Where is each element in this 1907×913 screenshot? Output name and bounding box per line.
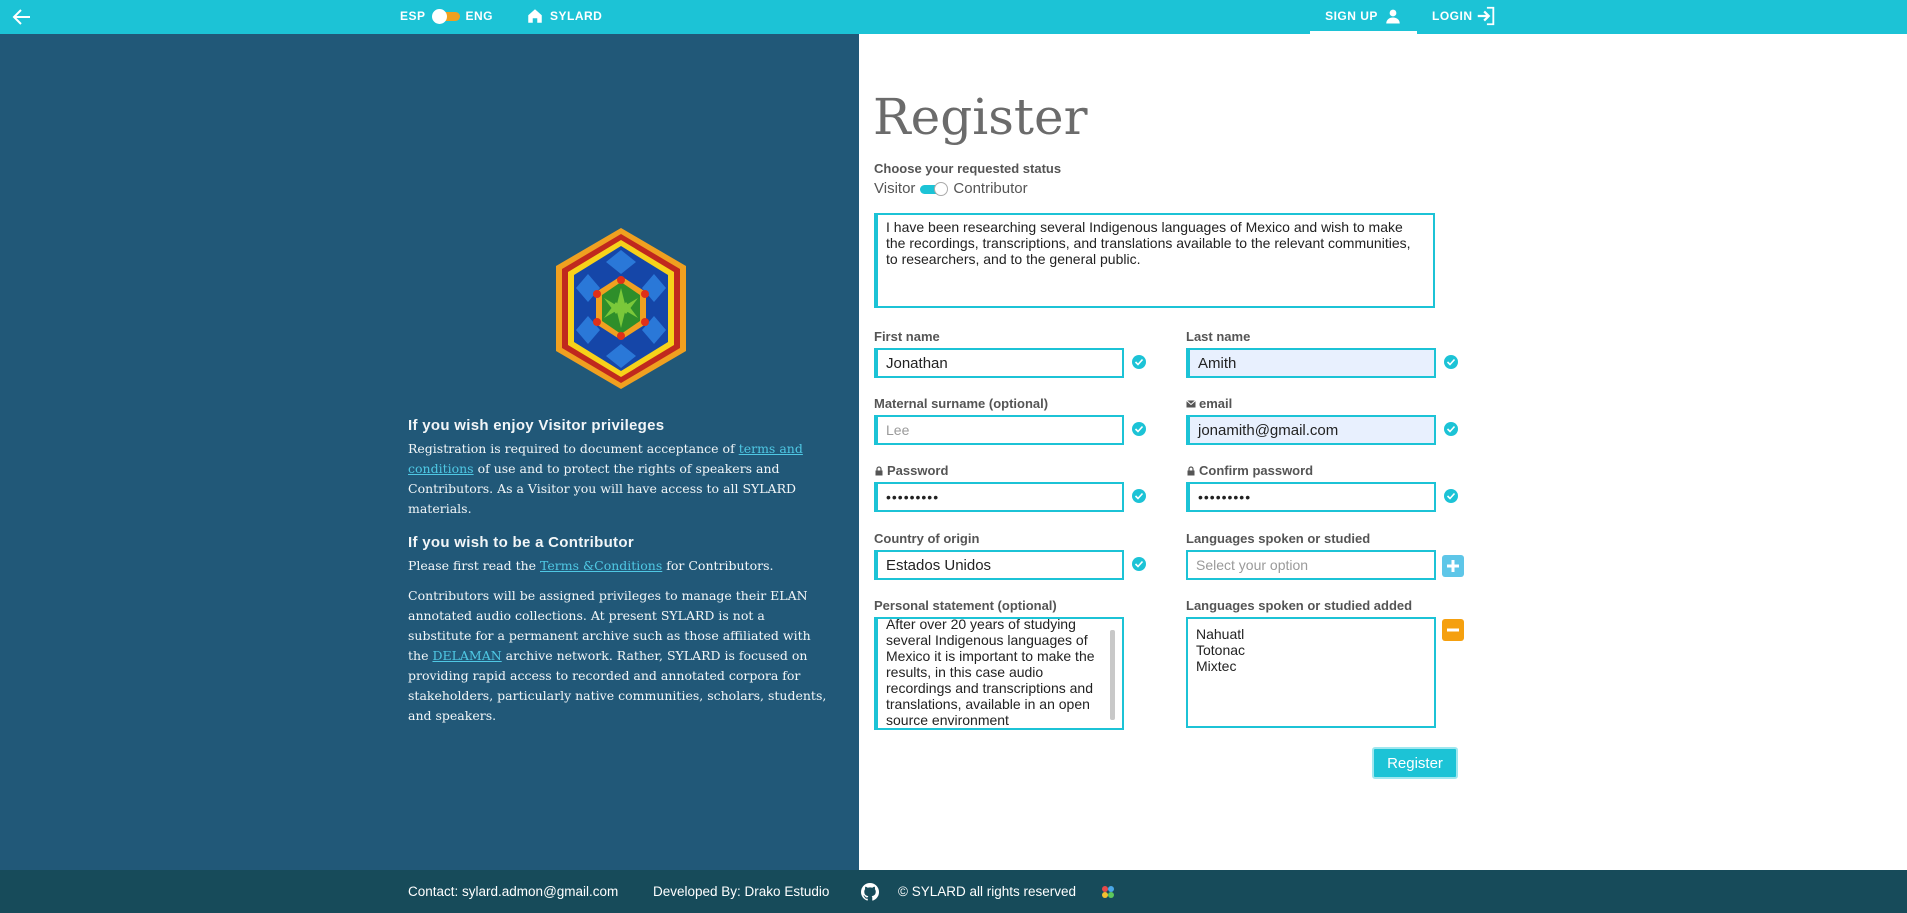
country-label: Country of origin bbox=[874, 531, 980, 546]
lock-icon bbox=[875, 465, 883, 475]
password-input[interactable]: ••••••••• bbox=[874, 482, 1124, 512]
first-name-label: First name bbox=[874, 329, 940, 344]
last-name-input[interactable]: Amith bbox=[1186, 348, 1436, 378]
info-text: If you wish enjoy Visitor privileges Reg… bbox=[408, 416, 828, 736]
plus-icon bbox=[1447, 560, 1459, 572]
statement-label: Personal statement (optional) bbox=[874, 598, 1057, 613]
back-arrow-icon[interactable] bbox=[10, 5, 34, 29]
remove-language-button[interactable] bbox=[1442, 619, 1464, 641]
list-item: Totonac bbox=[1196, 642, 1246, 658]
country-check-icon bbox=[1132, 557, 1146, 571]
password-check-icon bbox=[1132, 489, 1146, 503]
status-label: Choose your requested status bbox=[874, 161, 1062, 176]
status-toggle[interactable] bbox=[920, 181, 949, 196]
status-switch: Visitor Contributor bbox=[874, 180, 1028, 197]
mail-icon bbox=[1186, 399, 1196, 407]
footer: Contact: sylard.admon@gmail.com Develope… bbox=[0, 870, 1907, 913]
signup-link[interactable]: SIGN UP bbox=[1310, 0, 1417, 34]
languages-select[interactable]: Select your option bbox=[1186, 550, 1436, 580]
lang-esp-label: ESP bbox=[400, 9, 426, 23]
visitor-paragraph: Registration is required to document acc… bbox=[408, 441, 803, 516]
home-icon bbox=[528, 9, 542, 23]
lock-icon bbox=[1187, 465, 1195, 475]
email-check-icon bbox=[1444, 422, 1458, 436]
first-name-check-icon bbox=[1132, 355, 1146, 369]
language-toggle[interactable] bbox=[431, 9, 460, 24]
contributor-paragraph: Please first read the Terms &Conditions … bbox=[408, 558, 774, 573]
user-icon bbox=[1386, 9, 1400, 23]
list-item: Nahuatl bbox=[1196, 626, 1245, 642]
confirm-check-icon bbox=[1444, 489, 1458, 503]
languages-added-label: Languages spoken or studied added bbox=[1186, 598, 1413, 613]
minus-icon bbox=[1447, 628, 1459, 632]
top-navbar: ESP ENG SYLARD SIGN UP LOGIN bbox=[0, 0, 1907, 34]
visitor-heading: If you wish enjoy Visitor privileges bbox=[408, 417, 665, 434]
login-icon bbox=[1477, 6, 1494, 26]
confirm-password-label: Confirm password bbox=[1186, 463, 1313, 478]
status-visitor-label: Visitor bbox=[874, 180, 916, 197]
page-title: Register bbox=[873, 88, 1088, 146]
login-link[interactable]: LOGIN bbox=[1432, 5, 1497, 27]
maternal-surname-label: Maternal surname (optional) bbox=[874, 396, 1049, 411]
add-language-button[interactable] bbox=[1442, 555, 1464, 577]
sylard-logo-icon bbox=[556, 228, 686, 389]
footer-developer[interactable]: Developed By: Drako Estudio bbox=[653, 884, 829, 899]
country-input[interactable]: Estados Unidos bbox=[874, 550, 1124, 580]
contributor-heading: If you wish to be a Contributor bbox=[408, 534, 634, 551]
signup-label: SIGN UP bbox=[1325, 8, 1378, 23]
list-item: Mixtec bbox=[1196, 658, 1237, 674]
home-label: SYLARD bbox=[550, 9, 603, 23]
github-icon[interactable] bbox=[861, 883, 879, 901]
email-input[interactable]: jonamith@gmail.com bbox=[1186, 415, 1436, 445]
languages-label: Languages spoken or studied bbox=[1186, 531, 1371, 546]
privileges-paragraph: Contributors will be assigned privileges… bbox=[408, 588, 827, 723]
statement-scrollbar[interactable] bbox=[1110, 630, 1115, 720]
statement-textarea[interactable]: After over 20 years of studying several … bbox=[874, 617, 1124, 730]
footer-copyright: © SYLARD all rights reserved bbox=[898, 884, 1077, 899]
info-panel: If you wish enjoy Visitor privileges Reg… bbox=[0, 34, 859, 870]
languages-added-list: Nahuatl Totonac Mixtec bbox=[1186, 617, 1436, 728]
first-name-input[interactable]: Jonathan bbox=[874, 348, 1124, 378]
contributor-terms-link[interactable]: Terms &Conditions bbox=[540, 558, 662, 573]
reason-textarea[interactable]: I have been researching several Indigeno… bbox=[874, 213, 1435, 308]
confirm-password-input[interactable]: ••••••••• bbox=[1186, 482, 1436, 512]
last-name-check-icon bbox=[1444, 355, 1458, 369]
delaman-link[interactable]: DELAMAN bbox=[432, 648, 501, 663]
statement-text: After over 20 years of studying several … bbox=[886, 617, 1095, 728]
register-button[interactable]: Register bbox=[1372, 747, 1458, 779]
login-label: LOGIN bbox=[1432, 9, 1473, 23]
footer-contact[interactable]: Contact: sylard.admon@gmail.com bbox=[408, 884, 618, 899]
password-label: Password bbox=[874, 463, 948, 478]
lang-eng-label: ENG bbox=[465, 9, 494, 23]
language-switch[interactable]: ESP ENG bbox=[400, 9, 494, 24]
maternal-surname-input[interactable]: Lee bbox=[874, 415, 1124, 445]
drako-logo-icon bbox=[1102, 886, 1114, 898]
status-contributor-label: Contributor bbox=[953, 180, 1028, 197]
home-link[interactable]: SYLARD bbox=[526, 7, 602, 25]
last-name-label: Last name bbox=[1186, 329, 1251, 344]
email-label: email bbox=[1186, 396, 1232, 411]
maternal-check-icon bbox=[1132, 422, 1146, 436]
